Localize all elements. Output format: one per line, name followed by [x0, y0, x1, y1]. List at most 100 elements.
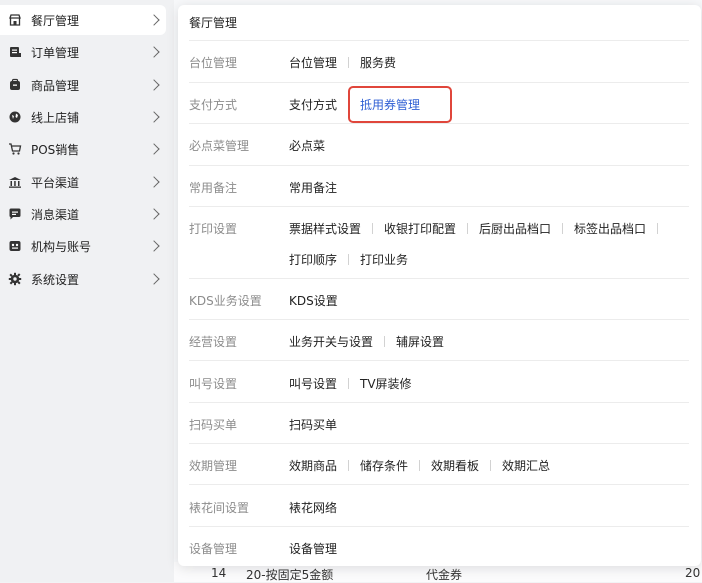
category-label: 裱花间设置 — [189, 501, 250, 515]
link-kitchen-station[interactable]: 后厨出品档口 — [479, 220, 551, 237]
store-icon — [8, 13, 22, 27]
sidebar-item-label: 平台渠道 — [31, 175, 80, 190]
link-payment-method[interactable]: 支付方式 — [289, 96, 337, 113]
link-device-management[interactable]: 设备管理 — [289, 540, 337, 557]
chevron-right-icon — [148, 176, 160, 188]
link-expiry-board[interactable]: 效期看板 — [431, 457, 479, 474]
link-group: 打印顺序 打印业务 — [289, 251, 408, 268]
sidebar-item-label: 餐厅管理 — [31, 13, 80, 28]
row-index: 14 — [211, 566, 227, 580]
chevron-right-icon — [148, 273, 160, 285]
order-icon — [8, 45, 22, 59]
highlight-box — [348, 86, 452, 123]
sidebar-item-account[interactable]: 机构与账号 — [0, 231, 166, 261]
chevron-right-icon — [148, 208, 160, 220]
sidebar-item-label: POS销售 — [31, 142, 80, 157]
divider — [189, 165, 689, 166]
link-common-notes[interactable]: 常用备注 — [289, 179, 337, 196]
link-group: 票据样式设置 收银打印配置 后厨出品档口 标签出品档口 — [289, 220, 669, 237]
sidebar-item-system[interactable]: 系统设置 — [0, 264, 166, 294]
sidebar-item-restaurant[interactable]: 餐厅管理 — [0, 5, 166, 35]
divider — [189, 526, 689, 527]
separator — [348, 57, 350, 68]
bank-icon — [8, 175, 22, 189]
link-kds-settings[interactable]: KDS设置 — [289, 292, 338, 309]
link-group: 设备管理 — [289, 540, 337, 557]
category-label: 效期管理 — [189, 459, 238, 473]
separator — [348, 254, 350, 265]
link-decoration-network[interactable]: 裱花网络 — [289, 499, 337, 516]
link-group: 常用备注 — [289, 179, 337, 196]
account-icon — [8, 239, 22, 253]
sidebar-item-pos[interactable]: POS销售 — [0, 134, 166, 164]
row-name: 20-按固定5金额 — [246, 568, 334, 582]
link-storage-conditions[interactable]: 储存条件 — [360, 457, 408, 474]
sidebar-item-message[interactable]: 消息渠道 — [0, 199, 166, 229]
link-label-station[interactable]: 标签出品档口 — [574, 220, 646, 237]
gear-icon — [8, 272, 22, 286]
chevron-right-icon — [148, 143, 160, 155]
divider — [189, 484, 689, 485]
link-business-switches[interactable]: 业务开关与设置 — [289, 333, 373, 350]
link-group: KDS设置 — [289, 292, 338, 309]
separator — [562, 223, 564, 234]
link-scan-pay[interactable]: 扫码买单 — [289, 416, 337, 433]
divider — [189, 443, 689, 444]
divider — [189, 360, 689, 361]
divider — [189, 40, 689, 41]
restaurant-management-dropdown: 餐厅管理 台位管理 台位管理 服务费 支付方式 支付方式 抵用券管理 必点菜管理 必… — [178, 5, 701, 566]
separator — [384, 336, 386, 347]
link-secondary-screen[interactable]: 辅屏设置 — [396, 333, 444, 350]
category-label: 支付方式 — [189, 98, 238, 112]
separator — [348, 378, 350, 389]
sidebar-item-goods[interactable]: 商品管理 — [0, 70, 166, 100]
category-label: KDS业务设置 — [189, 294, 262, 308]
link-print-order[interactable]: 打印顺序 — [289, 251, 337, 268]
link-call-number-settings[interactable]: 叫号设置 — [289, 375, 337, 392]
panel-title: 餐厅管理 — [189, 16, 238, 30]
link-group: 裱花网络 — [289, 499, 337, 516]
link-table-management[interactable]: 台位管理 — [289, 54, 337, 71]
chevron-right-icon — [148, 46, 160, 58]
category-label: 台位管理 — [189, 56, 238, 70]
link-tv-screen-decoration[interactable]: TV屏装修 — [360, 375, 412, 392]
link-group: 业务开关与设置 辅屏设置 — [289, 333, 444, 350]
link-group: 扫码买单 — [289, 416, 337, 433]
separator — [348, 460, 350, 471]
link-group: 必点菜 — [289, 137, 325, 154]
link-expiry-summary[interactable]: 效期汇总 — [502, 457, 550, 474]
divider — [189, 402, 689, 403]
divider — [189, 123, 689, 124]
sidebar-item-label: 订单管理 — [31, 45, 80, 60]
divider — [189, 206, 689, 207]
link-receipt-style[interactable]: 票据样式设置 — [289, 220, 361, 237]
separator — [657, 223, 659, 234]
link-group: 叫号设置 TV屏装修 — [289, 375, 412, 392]
link-required-dishes[interactable]: 必点菜 — [289, 137, 325, 154]
chevron-right-icon — [148, 14, 160, 26]
cart-icon — [8, 142, 22, 156]
divider — [189, 278, 689, 279]
separator — [490, 460, 492, 471]
category-label: 常用备注 — [189, 181, 238, 195]
category-label: 设备管理 — [189, 542, 238, 556]
sidebar-item-label: 系统设置 — [31, 272, 80, 287]
link-group: 台位管理 服务费 — [289, 54, 396, 71]
link-expiry-goods[interactable]: 效期商品 — [289, 457, 337, 474]
sidebar-item-online-store[interactable]: 线上店铺 — [0, 102, 166, 132]
goods-icon — [8, 78, 22, 92]
chevron-right-icon — [148, 240, 160, 252]
category-label: 叫号设置 — [189, 377, 238, 391]
category-label: 经营设置 — [189, 335, 238, 349]
link-group: 效期商品 储存条件 效期看板 效期汇总 — [289, 457, 550, 474]
category-label: 必点菜管理 — [189, 139, 250, 153]
sidebar-item-orders[interactable]: 订单管理 — [0, 37, 166, 67]
link-print-business[interactable]: 打印业务 — [360, 251, 408, 268]
sidebar: 餐厅管理 订单管理 商品管理 线上店铺 POS销售 平台渠道 消息渠道 机构与账… — [0, 0, 174, 582]
sidebar-item-platform[interactable]: 平台渠道 — [0, 167, 166, 197]
chevron-right-icon — [148, 79, 160, 91]
separator — [467, 223, 469, 234]
link-cashier-print[interactable]: 收银打印配置 — [384, 220, 456, 237]
chevron-right-icon — [148, 111, 160, 123]
link-service-fee[interactable]: 服务费 — [360, 54, 396, 71]
